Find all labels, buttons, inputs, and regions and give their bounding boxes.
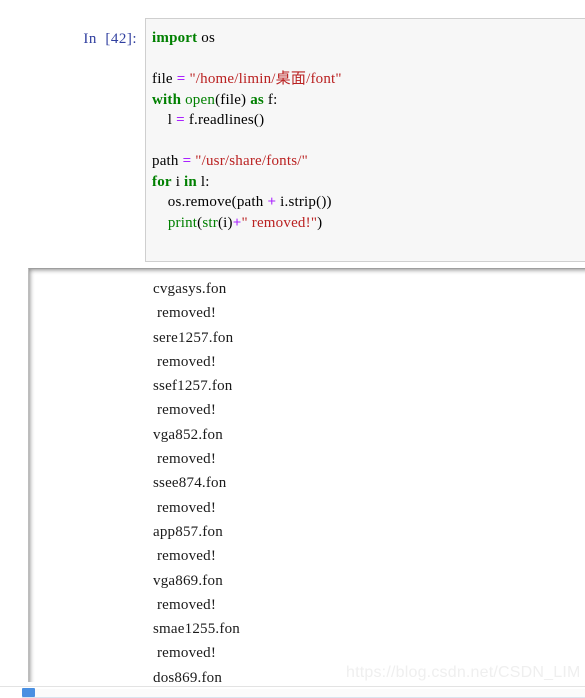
code-token: for: [152, 173, 172, 190]
code-token: file: [152, 71, 177, 87]
code-token: ): [317, 214, 323, 231]
horizontal-scrollbar-track[interactable]: [22, 689, 585, 698]
code-token: l:: [196, 173, 210, 190]
code-token: "/usr/share/fonts/": [195, 153, 308, 169]
horizontal-scrollbar[interactable]: [0, 686, 585, 698]
code-token: path: [152, 153, 183, 169]
code-token: (i): [217, 214, 233, 231]
code-token: i.strip()): [276, 194, 332, 210]
code-token: import: [152, 30, 198, 46]
code-token: =: [176, 112, 185, 128]
code-token: =: [176, 71, 186, 87]
code-token: in: [184, 173, 197, 190]
code-token: print: [167, 214, 198, 231]
code-token: f:: [263, 91, 278, 108]
code-token: with: [152, 91, 182, 108]
code-token: as: [250, 91, 264, 108]
code-token: "/home/limin/桌面/font": [189, 71, 342, 87]
code-editor[interactable]: import os file = "/home/limin/桌面/font" w…: [145, 18, 585, 262]
code-token: i: [171, 173, 185, 190]
code-token: l: [152, 112, 177, 128]
code-token: open: [185, 91, 216, 108]
cell-output-panel[interactable]: cvgasys.fon removed! sere1257.fon remove…: [28, 268, 585, 682]
code-token: str: [202, 214, 218, 231]
code-cell[interactable]: In [42]: import os file = "/home/limin/桌…: [0, 18, 585, 262]
code-source[interactable]: import os file = "/home/limin/桌面/font" w…: [152, 28, 581, 233]
code-token: " removed!": [241, 214, 318, 231]
code-token: +: [267, 194, 277, 210]
stdout-stream-text: cvgasys.fon removed! sere1257.fon remove…: [153, 281, 240, 682]
code-token: f.readlines(): [184, 112, 265, 128]
horizontal-scrollbar-thumb[interactable]: [22, 688, 35, 697]
notebook-page: In [42]: import os file = "/home/limin/桌…: [0, 0, 585, 698]
code-token: os: [197, 30, 216, 46]
code-token: os.remove(path: [152, 194, 268, 210]
input-prompt-label: In [42]:: [83, 31, 137, 47]
cell-output-scroll[interactable]: cvgasys.fon removed! sere1257.fon remove…: [29, 269, 585, 682]
code-token: (file): [215, 91, 251, 108]
